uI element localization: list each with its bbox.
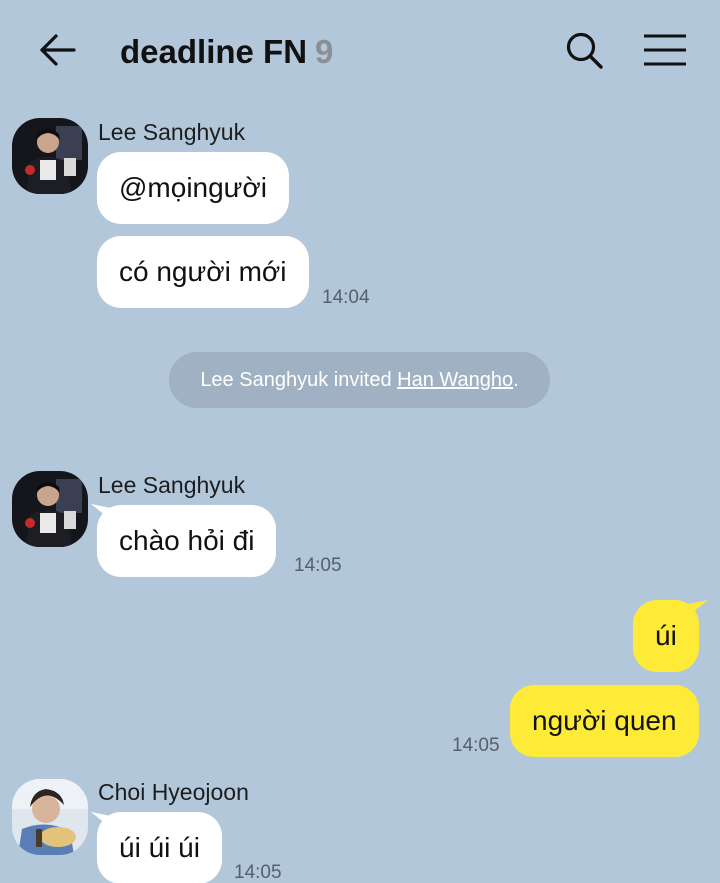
profile-photo-icon bbox=[12, 471, 88, 547]
message-bubble[interactable]: chào hỏi đi bbox=[97, 505, 277, 577]
message-bubble[interactable]: @mọingười bbox=[97, 152, 290, 224]
system-message-end: . bbox=[513, 369, 519, 391]
system-message-text: Lee Sanghyuk invited bbox=[200, 369, 398, 391]
message-bubble[interactable]: úi úi úi bbox=[97, 812, 222, 883]
sender-name: Lee Sanghyuk bbox=[98, 119, 246, 145]
sender-name: Lee Sanghyuk bbox=[98, 472, 246, 498]
message-bubble-outgoing[interactable]: úi bbox=[633, 600, 699, 672]
member-count: 9 bbox=[315, 33, 334, 70]
system-message: Lee Sanghyuk invited Han Wangho. bbox=[169, 352, 550, 408]
message-timestamp: 14:05 bbox=[234, 862, 282, 883]
message-bubble[interactable]: có người mới bbox=[97, 236, 309, 308]
message-timestamp: 14:05 bbox=[452, 735, 500, 756]
sender-name: Choi Hyeojoon bbox=[98, 779, 249, 805]
arrow-left-icon bbox=[40, 34, 76, 66]
avatar-lee-sanghyuk[interactable] bbox=[12, 471, 88, 547]
message-timestamp: 14:04 bbox=[322, 287, 370, 308]
chat-title: deadline FN 9 bbox=[120, 30, 333, 74]
profile-photo-icon bbox=[12, 118, 88, 194]
hamburger-menu-icon bbox=[644, 34, 686, 66]
profile-photo-icon bbox=[12, 779, 88, 855]
message-bubble-outgoing[interactable]: người quen bbox=[510, 685, 699, 757]
search-button[interactable] bbox=[562, 28, 608, 74]
chat-screen: deadline FN 9 Lee Sanghyuk @mọingười có n… bbox=[0, 0, 720, 883]
back-button[interactable] bbox=[36, 30, 80, 74]
avatar-lee-sanghyuk[interactable] bbox=[12, 118, 88, 194]
chat-room-name: deadline FN bbox=[120, 33, 308, 70]
search-icon bbox=[566, 32, 603, 69]
invitee-link[interactable]: Han Wangho bbox=[397, 369, 513, 391]
menu-button[interactable] bbox=[640, 30, 690, 72]
avatar-choi-hyeojoon[interactable] bbox=[12, 779, 88, 855]
message-timestamp: 14:05 bbox=[294, 555, 342, 576]
